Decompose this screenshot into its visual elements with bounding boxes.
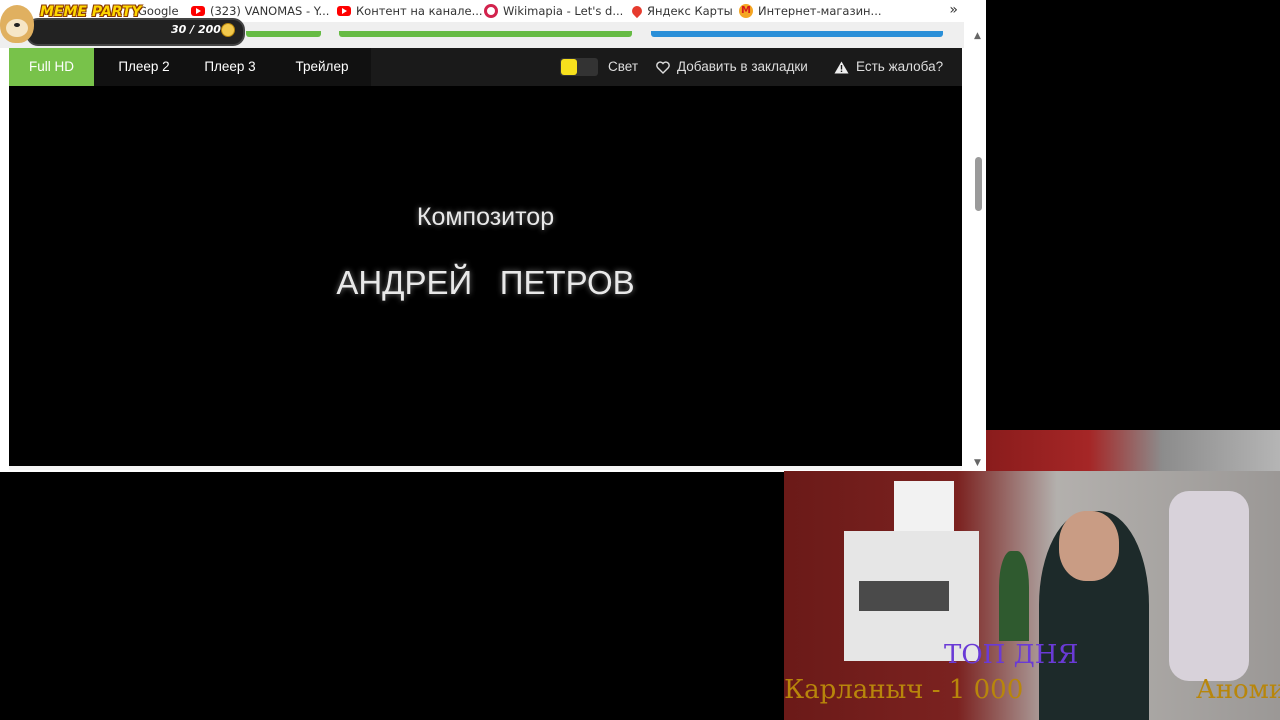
player-progress-line [9,466,962,470]
scroll-thumb[interactable] [975,157,982,211]
green-button-bar[interactable] [246,31,321,37]
complaint-button[interactable]: Есть жалоба? [834,48,943,86]
light-label[interactable]: Свет [608,48,638,86]
meme-party-widget: MEME PARTY 30 / 200 [0,0,245,46]
xmas-tree [999,551,1029,641]
tab-trailer[interactable]: Трейлер [281,48,363,86]
heart-icon [656,60,670,74]
toggle-knob [561,59,577,75]
page-scrollbar[interactable]: ▲ ▼ [971,31,986,472]
bookmark-wikimapia[interactable]: Wikimapia - Let's d... [484,3,623,19]
scroll-up-icon[interactable]: ▲ [974,31,981,41]
complaint-label: Есть жалоба? [856,59,944,74]
player-tabs-bar: Full HD Плеер 2 Плеер 3 Трейлер Свет Доб… [9,48,962,86]
video-credit-name: АНДРЕЙ ПЕТРОВ [336,264,635,301]
tab-player-2[interactable]: Плеер 2 [104,48,184,86]
add-bookmark-button[interactable]: Добавить в закладки [656,48,808,86]
add-bookmark-label: Добавить в закладки [677,59,808,74]
doge-icon [0,5,34,43]
tab-full-hd[interactable]: Full HD [9,48,94,86]
youtube-icon [337,6,351,16]
more-bookmarks-icon[interactable]: » [949,2,958,18]
bookmark-store[interactable]: М Интернет-магазин... [739,3,882,19]
map-pin-icon [629,3,645,19]
scroll-down-icon[interactable]: ▼ [974,458,981,468]
store-icon: М [739,4,753,18]
green-button-bar[interactable] [339,31,632,37]
bookmark-label: Wikimapia - Let's d... [503,4,624,18]
console-box [894,481,954,531]
meme-party-title: MEME PARTY [40,4,142,20]
video-player[interactable]: Full HD Плеер 2 Плеер 3 Трейлер Свет Доб… [9,48,962,466]
bookmark-content[interactable]: Контент на канале... [337,3,483,19]
light-toggle[interactable] [560,58,598,76]
light-label-text: Свет [608,59,639,74]
coin-icon [221,23,235,37]
bookmark-label: Контент на канале... [356,4,483,18]
meme-party-count: 30 / 200 [171,23,221,36]
bookmark-yandex-maps[interactable]: Яндекс Карты [629,3,733,19]
browser-window: Google (323) VANOMAS - Y... Контент на к… [0,0,986,472]
webcam-feed: ТОП ДНЯ Карланыч - 1 000 Аноми [784,471,1280,720]
tab-player-3[interactable]: Плеер 3 [192,48,268,86]
warning-icon [834,61,849,73]
video-credit-role: Композитор [416,203,555,231]
top-of-day-label: ТОП ДНЯ [944,640,1079,670]
donor-fragment-right: Аноми [1196,675,1280,705]
blue-button-bar[interactable] [651,31,943,37]
gaming-chair [1169,491,1249,681]
wikimapia-icon [484,4,498,18]
person-face [1059,511,1119,581]
gpu-card [859,581,949,611]
top-donor-line: Карланыч - 1 000 [784,675,1024,705]
bookmark-label: Интернет-магазин... [758,4,882,18]
bookmark-label: Яндекс Карты [647,4,733,18]
